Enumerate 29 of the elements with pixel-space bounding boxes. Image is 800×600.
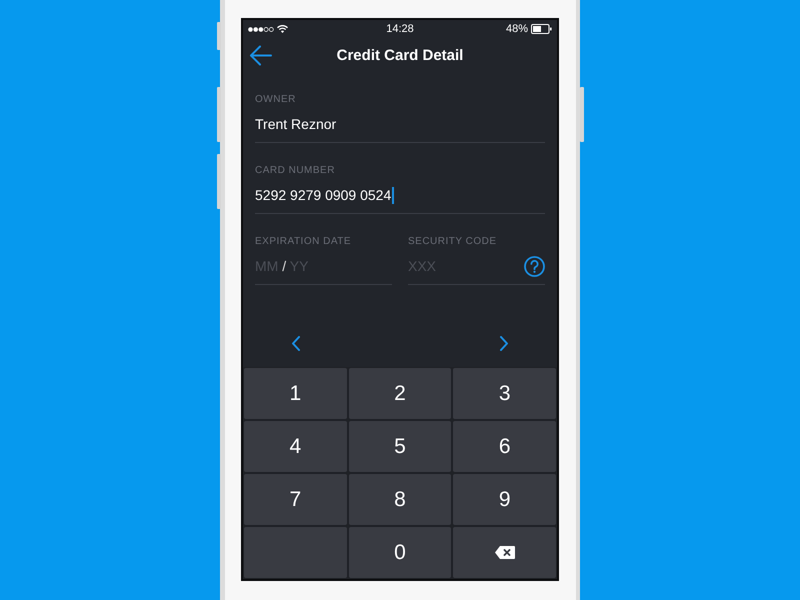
status-time: 14:28 (386, 22, 414, 36)
battery-icon (531, 24, 552, 34)
battery-percentage: 48% (506, 22, 528, 36)
delete-key[interactable] (453, 527, 556, 578)
back-button[interactable] (249, 44, 272, 66)
digit-key[interactable]: 5 (348, 421, 452, 472)
field-label: OWNER (255, 94, 296, 106)
digit-key[interactable]: 2 (348, 368, 452, 419)
chevron-left-icon (291, 336, 301, 350)
text-field[interactable]: Trent Reznor (255, 114, 545, 143)
digit-key[interactable]: 6 (453, 421, 556, 472)
signal-icon (248, 26, 274, 32)
screen-title: Credit Card Detail (336, 46, 464, 64)
wifi-icon (277, 25, 288, 33)
digit-key[interactable]: 3 (453, 368, 556, 419)
text-field[interactable]: 5292 9279 0909 0524 (255, 185, 545, 214)
help-icon[interactable] (524, 256, 545, 276)
back-arrow-icon (249, 44, 272, 66)
field-label: SECURITY CODE (408, 236, 497, 248)
digit-key[interactable]: 4 (244, 421, 347, 472)
digit-key[interactable]: 9 (453, 474, 556, 525)
digit-key[interactable]: 8 (348, 474, 452, 525)
field-label: CARD NUMBER (255, 165, 335, 177)
backspace-icon (494, 546, 515, 559)
digit-key[interactable]: 0 (348, 527, 452, 578)
digit-key[interactable]: 1 (244, 368, 347, 419)
field-label: EXPIRATION DATE (255, 236, 352, 248)
digit-key[interactable]: 7 (244, 474, 347, 525)
chevron-right-icon (499, 336, 509, 350)
